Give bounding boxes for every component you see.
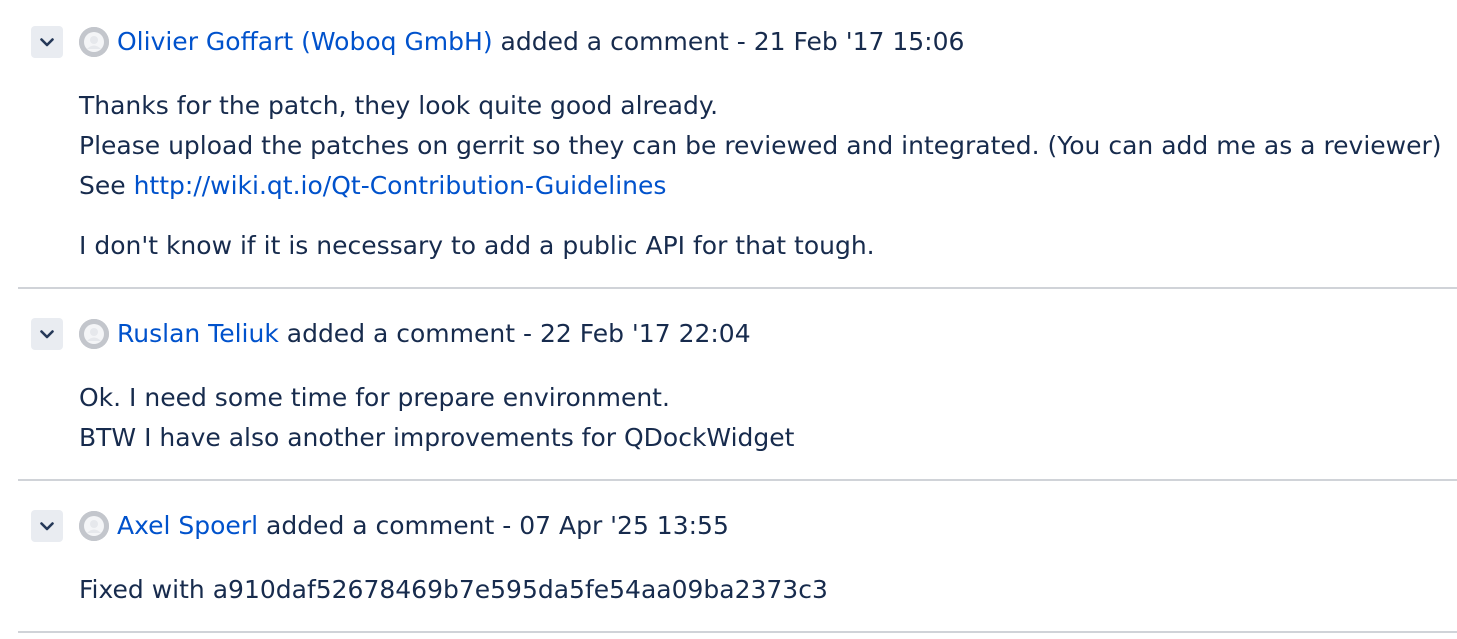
comment-text-line: See http://wiki.qt.io/Qt-Contribution-Gu… bbox=[79, 166, 1437, 206]
comment-divider bbox=[18, 631, 1457, 633]
chevron-down-icon bbox=[40, 521, 54, 530]
comment-header: Olivier Goffart (Woboq GmbH) added a com… bbox=[0, 22, 1457, 62]
collapse-toggle-button[interactable] bbox=[31, 510, 63, 542]
comment-text-line: I don't know if it is necessary to add a… bbox=[79, 231, 875, 260]
chevron-down-icon bbox=[40, 37, 54, 46]
comment-timestamp[interactable]: 07 Apr '25 13:55 bbox=[519, 511, 729, 540]
comment-action bbox=[279, 319, 287, 348]
see-prefix: See bbox=[79, 171, 134, 200]
comment-text-line: Fixed with a910daf52678469b7e595da5fe54a… bbox=[79, 575, 828, 604]
comment-header: Ruslan Teliuk added a comment - 22 Feb '… bbox=[0, 314, 1457, 354]
meta-separator: - bbox=[728, 27, 754, 56]
meta-separator: - bbox=[494, 511, 520, 540]
default-avatar-icon bbox=[79, 319, 109, 349]
comment-author-link[interactable]: Olivier Goffart (Woboq GmbH) bbox=[117, 27, 493, 56]
comment-action-text: added a comment bbox=[266, 511, 495, 540]
comment-author-link[interactable]: Ruslan Teliuk bbox=[117, 319, 279, 348]
avatar[interactable] bbox=[79, 27, 109, 57]
contribution-guidelines-link[interactable]: http://wiki.qt.io/Qt-Contribution-Guidel… bbox=[134, 171, 667, 200]
comment-timestamp[interactable]: 21 Feb '17 15:06 bbox=[754, 27, 965, 56]
comment-body: Fixed with a910daf52678469b7e595da5fe54a… bbox=[79, 570, 1437, 610]
comment-text-line: BTW I have also another improvements for… bbox=[79, 423, 795, 452]
comment-meta: Axel Spoerl added a comment - 07 Apr '25… bbox=[117, 506, 729, 546]
comment-action-text: added a comment bbox=[286, 319, 516, 348]
chevron-down-icon bbox=[40, 329, 54, 338]
comment-author-link[interactable]: Axel Spoerl bbox=[117, 511, 258, 540]
collapse-toggle-button[interactable] bbox=[31, 318, 63, 350]
avatar[interactable] bbox=[79, 511, 109, 541]
comment-divider bbox=[18, 287, 1457, 289]
comment-text-line: Thanks for the patch, they look quite go… bbox=[79, 91, 719, 120]
comment-meta: Ruslan Teliuk added a comment - 22 Feb '… bbox=[117, 314, 751, 354]
default-avatar-icon bbox=[79, 511, 109, 541]
comment-meta: Olivier Goffart (Woboq GmbH) added a com… bbox=[117, 22, 964, 62]
comment-divider bbox=[18, 479, 1457, 481]
comment-action-text: added a comment bbox=[500, 27, 729, 56]
avatar[interactable] bbox=[79, 319, 109, 349]
comment-timestamp[interactable]: 22 Feb '17 22:04 bbox=[540, 319, 751, 348]
collapse-toggle-button[interactable] bbox=[31, 26, 63, 58]
default-avatar-icon bbox=[79, 27, 109, 57]
comment-body: Thanks for the patch, they look quite go… bbox=[79, 86, 1442, 266]
comment-action bbox=[258, 511, 266, 540]
comment-body: Ok. I need some time for prepare environ… bbox=[79, 378, 1437, 458]
comment-text-line: Ok. I need some time for prepare environ… bbox=[79, 383, 670, 412]
comment-header: Axel Spoerl added a comment - 07 Apr '25… bbox=[0, 506, 1457, 546]
comment-text-line: Please upload the patches on gerrit so t… bbox=[79, 131, 1442, 160]
meta-separator: - bbox=[515, 319, 540, 348]
comment-action bbox=[493, 27, 501, 56]
